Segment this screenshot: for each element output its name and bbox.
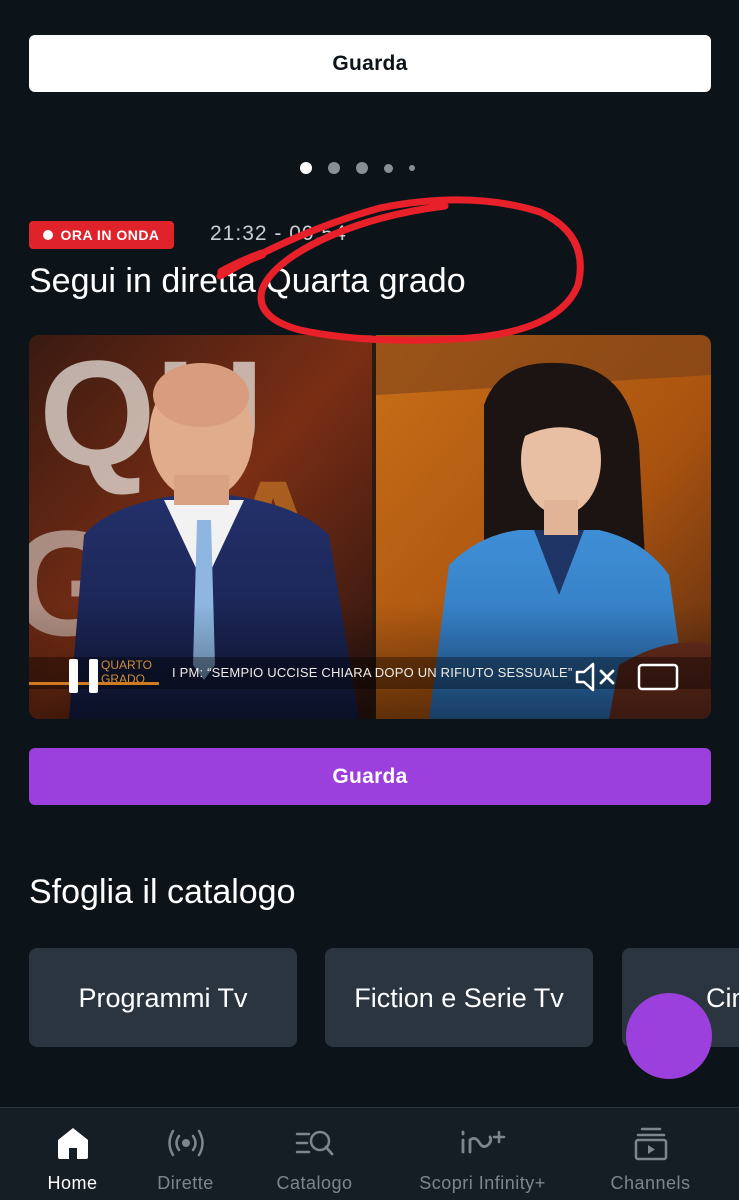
nav-label: Channels [610,1173,691,1193]
carousel-dot[interactable] [328,162,340,174]
news-ticker: I PM: “SEMPIO UCCISE CHIARA DOPO UN RIFI… [172,665,582,685]
live-badge: ORA IN ONDA [29,221,174,249]
bottom-navigation: Home Dirette Catalogo Scopri Infinity+ C… [0,1107,739,1200]
catalog-card-label: Cinema [706,982,739,1013]
mute-icon[interactable] [574,661,620,693]
nav-label: Catalogo [276,1173,353,1193]
nav-item-channels[interactable]: Channels [608,1108,693,1200]
carousel-pagination [300,158,440,178]
catalog-section-title: Sfoglia il catalogo [29,873,296,911]
nav-item-dirette[interactable]: Dirette [143,1108,228,1200]
infinity-plus-icon [461,1130,505,1154]
video-player[interactable]: QU A G QUARTO GRADO I PM: “SEMPIO UCCISE… [29,335,711,719]
catalog-card-label: Programmi Tv [78,982,248,1013]
svg-text:QUARTO: QUARTO [101,658,152,672]
home-icon [57,1128,88,1159]
news-ticker-text: I PM: “SEMPIO UCCISE CHIARA DOPO UN RIFI… [172,665,573,680]
fullscreen-icon[interactable] [637,663,679,691]
nav-label: Dirette [157,1173,214,1193]
catalog-card-label: Fiction e Serie Tv [354,982,564,1013]
catalog-card-programmi-tv[interactable]: Programmi Tv [29,948,297,1047]
hero-watch-button[interactable]: Guarda [29,35,711,92]
nav-label: Home [47,1173,98,1193]
carousel-dot[interactable] [300,162,312,174]
nav-label: Scopri Infinity+ [419,1173,546,1193]
pause-icon[interactable] [67,657,103,697]
catalog-card-fiction-serie-tv[interactable]: Fiction e Serie Tv [325,948,593,1047]
nav-item-home[interactable]: Home [30,1108,115,1200]
channels-icon [634,1127,667,1161]
live-watch-button[interactable]: Guarda [29,748,711,805]
live-dot-icon [43,230,54,240]
live-program-title: Segui in diretta Quarta grado [29,262,466,300]
carousel-dot[interactable] [409,165,415,171]
carousel-dot[interactable] [356,162,368,174]
nav-item-catalogo[interactable]: Catalogo [272,1108,357,1200]
catalog-search-icon [295,1130,333,1156]
nav-item-scopri-infinity[interactable]: Scopri Infinity+ [410,1108,555,1200]
hero-description-cropped [0,0,739,18]
broadcast-time: 21:32 - 00:54 [210,222,347,245]
carousel-dot[interactable] [384,163,393,173]
live-badge-label: ORA IN ONDA [60,227,160,243]
live-broadcast-icon [167,1129,204,1157]
floating-action-button[interactable] [626,993,712,1079]
